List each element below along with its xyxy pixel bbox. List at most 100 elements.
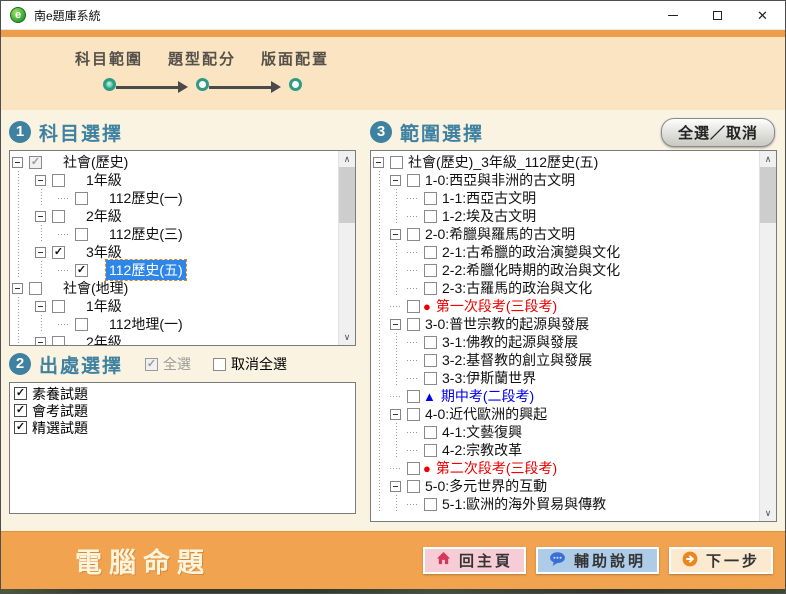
checkbox[interactable] <box>424 354 437 367</box>
tree-item[interactable]: 112歷史(一) <box>12 189 355 207</box>
tree-item[interactable]: 1-0:西亞與非洲的古文明 <box>373 171 776 189</box>
expander-icon[interactable] <box>35 337 46 347</box>
scroll-down-icon[interactable]: ∨ <box>760 505 777 521</box>
tree-item[interactable]: 3-0:普世宗教的起源與發展 <box>373 315 776 333</box>
list-item[interactable]: 精選試題 <box>12 419 355 436</box>
checkbox[interactable] <box>52 210 65 223</box>
arrow-button[interactable]: 下一步 <box>669 547 773 574</box>
checkbox[interactable] <box>52 300 65 313</box>
expander-icon[interactable] <box>35 247 46 258</box>
checkbox[interactable] <box>407 408 420 421</box>
list-item[interactable]: 素養試題 <box>12 385 355 402</box>
tree-item[interactable]: 2年級 <box>12 207 355 225</box>
tree-item[interactable]: 社會(歷史) <box>12 153 355 171</box>
checkbox[interactable] <box>424 264 437 277</box>
checkbox[interactable] <box>29 156 42 169</box>
deselect-all-checkbox[interactable]: 取消全選 <box>213 354 287 374</box>
checkbox[interactable] <box>407 174 420 187</box>
checkbox[interactable] <box>52 336 65 347</box>
minimize-button[interactable] <box>650 1 695 29</box>
expander-icon[interactable] <box>35 301 46 312</box>
checkbox[interactable] <box>407 228 420 241</box>
checkbox[interactable] <box>424 372 437 385</box>
tree-item[interactable]: 1年級 <box>12 297 355 315</box>
checkbox[interactable] <box>14 387 27 400</box>
maximize-button[interactable] <box>695 1 740 29</box>
checkbox[interactable] <box>75 264 88 277</box>
checkbox[interactable] <box>424 246 437 259</box>
scroll-down-icon[interactable]: ∨ <box>339 329 356 345</box>
checkbox[interactable] <box>390 156 403 169</box>
select-toggle-button[interactable]: 全選／取消 <box>661 118 775 147</box>
tree-item[interactable]: 2年級 <box>12 333 355 346</box>
checkbox[interactable] <box>75 318 88 331</box>
checkbox[interactable] <box>424 444 437 457</box>
speech-button[interactable]: 輔助說明 <box>536 547 659 574</box>
expander-icon[interactable] <box>390 319 401 330</box>
tree-item[interactable]: 1年級 <box>12 171 355 189</box>
expander-icon[interactable] <box>35 175 46 186</box>
scroll-thumb[interactable] <box>760 167 777 223</box>
close-button[interactable]: ✕ <box>740 1 785 29</box>
arrow-icon <box>682 551 698 571</box>
checkbox[interactable] <box>424 192 437 205</box>
checkbox[interactable] <box>14 404 27 417</box>
tree-item[interactable]: ●第一次段考(三段考) <box>373 297 776 315</box>
tree-item[interactable]: 2-2:希臘化時期的政治與文化 <box>373 261 776 279</box>
tree-item[interactable]: 1-2:埃及古文明 <box>373 207 776 225</box>
scroll-up-icon[interactable]: ∧ <box>760 151 777 167</box>
checkbox[interactable] <box>407 390 420 403</box>
tree-item[interactable]: 4-2:宗教改革 <box>373 441 776 459</box>
tree-item[interactable]: 5-1:歐洲的海外貿易與傳教 <box>373 495 776 513</box>
tree-item[interactable]: 112歷史(五) <box>12 261 355 279</box>
checkbox[interactable] <box>407 318 420 331</box>
tree-item[interactable]: 112歷史(三) <box>12 225 355 243</box>
checkbox[interactable] <box>52 246 65 259</box>
checkbox[interactable] <box>14 421 27 434</box>
tree-item[interactable]: 4-1:文藝復興 <box>373 423 776 441</box>
expander-icon[interactable] <box>390 175 401 186</box>
tree-item[interactable]: 3-1:佛教的起源與發展 <box>373 333 776 351</box>
expander-icon[interactable] <box>390 409 401 420</box>
checkbox[interactable] <box>75 228 88 241</box>
expander-icon[interactable] <box>12 157 23 168</box>
tree-item[interactable]: 3-3:伊斯蘭世界 <box>373 369 776 387</box>
checkbox[interactable] <box>424 282 437 295</box>
scroll-thumb[interactable] <box>339 167 356 223</box>
tree-item[interactable]: 2-0:希臘與羅馬的古文明 <box>373 225 776 243</box>
checkbox[interactable] <box>424 498 437 511</box>
tree-item-label: 3-0:普世宗教的起源與發展 <box>423 314 591 334</box>
home-button[interactable]: 回主頁 <box>423 547 526 574</box>
range-scrollbar[interactable]: ∧ ∨ <box>759 151 776 521</box>
subject-scrollbar[interactable]: ∧ ∨ <box>338 151 355 345</box>
checkbox[interactable] <box>424 336 437 349</box>
tree-item[interactable]: 4-0:近代歐洲的興起 <box>373 405 776 423</box>
checkbox[interactable] <box>424 426 437 439</box>
checkbox[interactable] <box>424 210 437 223</box>
expander-icon[interactable] <box>373 157 384 168</box>
scroll-up-icon[interactable]: ∧ <box>339 151 356 167</box>
tree-item[interactable]: 2-3:古羅馬的政治與文化 <box>373 279 776 297</box>
expander-icon[interactable] <box>390 229 401 240</box>
expander-icon[interactable] <box>390 481 401 492</box>
tree-item[interactable]: 5-0:多元世界的互動 <box>373 477 776 495</box>
tree-item[interactable]: ▲期中考(二段考) <box>373 387 776 405</box>
expander-icon[interactable] <box>12 283 23 294</box>
tree-item[interactable]: 社會(地理) <box>12 279 355 297</box>
tree-item[interactable]: 2-1:古希臘的政治演變與文化 <box>373 243 776 261</box>
tree-item[interactable]: 1-1:西亞古文明 <box>373 189 776 207</box>
checkbox[interactable] <box>407 300 420 313</box>
list-item[interactable]: 會考試題 <box>12 402 355 419</box>
checkbox[interactable] <box>407 462 420 475</box>
tree-item[interactable]: 3年級 <box>12 243 355 261</box>
tree-item[interactable]: ●第二次段考(三段考) <box>373 459 776 477</box>
checkbox[interactable] <box>75 192 88 205</box>
expander-icon[interactable] <box>35 211 46 222</box>
select-all-checkbox[interactable]: 全選 <box>145 354 191 374</box>
tree-item[interactable]: 3-2:基督教的創立與發展 <box>373 351 776 369</box>
checkbox[interactable] <box>52 174 65 187</box>
tree-item[interactable]: 社會(歷史)_3年級_112歷史(五) <box>373 153 776 171</box>
tree-item[interactable]: 112地理(一) <box>12 315 355 333</box>
checkbox[interactable] <box>407 480 420 493</box>
checkbox[interactable] <box>29 282 42 295</box>
